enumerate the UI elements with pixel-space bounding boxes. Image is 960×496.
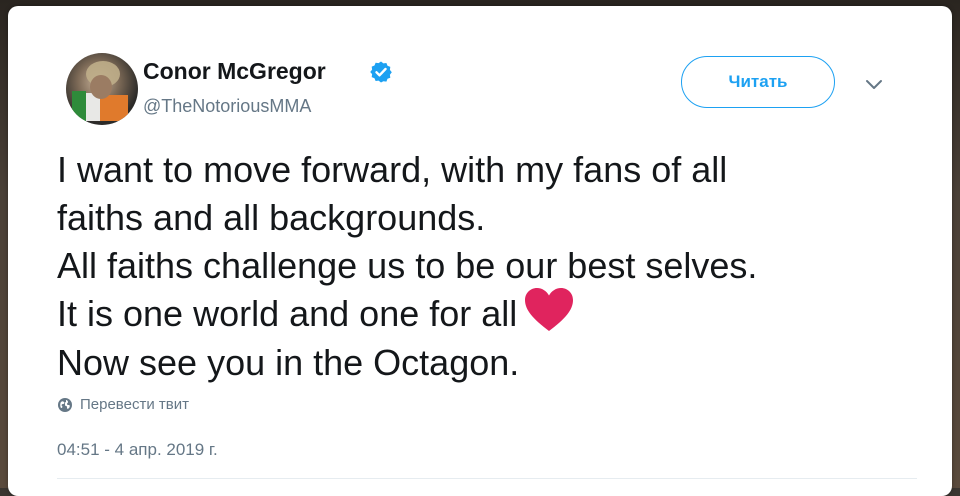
translate-tweet-link[interactable]: Перевести твит [57, 396, 189, 413]
divider [57, 478, 917, 479]
tweet-line: It is one world and one for all [57, 293, 518, 334]
tweet-line: I want to move forward, with my fans of … [57, 149, 728, 190]
globe-icon [58, 397, 72, 412]
heart-icon [525, 288, 574, 332]
tweet-timestamp[interactable]: 04:51 - 4 апр. 2019 г. [57, 440, 218, 460]
tweet-line-with-heart: It is one world and one for all [57, 288, 917, 339]
avatar[interactable] [66, 53, 138, 125]
author-handle[interactable]: @TheNotoriousMMA [143, 96, 311, 117]
tweet-line: Now see you in the Octagon. [57, 342, 520, 384]
translate-label: Перевести твит [80, 396, 189, 413]
author-name[interactable]: Conor McGregor [143, 58, 326, 85]
tweet-text: I want to move forward, with my fans of … [57, 146, 917, 387]
follow-button[interactable]: Читать [681, 56, 835, 108]
tweet-line: faiths and all backgrounds. [57, 197, 486, 238]
tweet-line: All faiths challenge us to be our best s… [57, 245, 758, 286]
avatar-head [90, 75, 112, 99]
avatar-flag-orange [100, 95, 128, 121]
verified-badge-icon [370, 61, 392, 83]
chevron-down-icon[interactable] [862, 72, 886, 96]
avatar-flag-green [72, 91, 86, 121]
